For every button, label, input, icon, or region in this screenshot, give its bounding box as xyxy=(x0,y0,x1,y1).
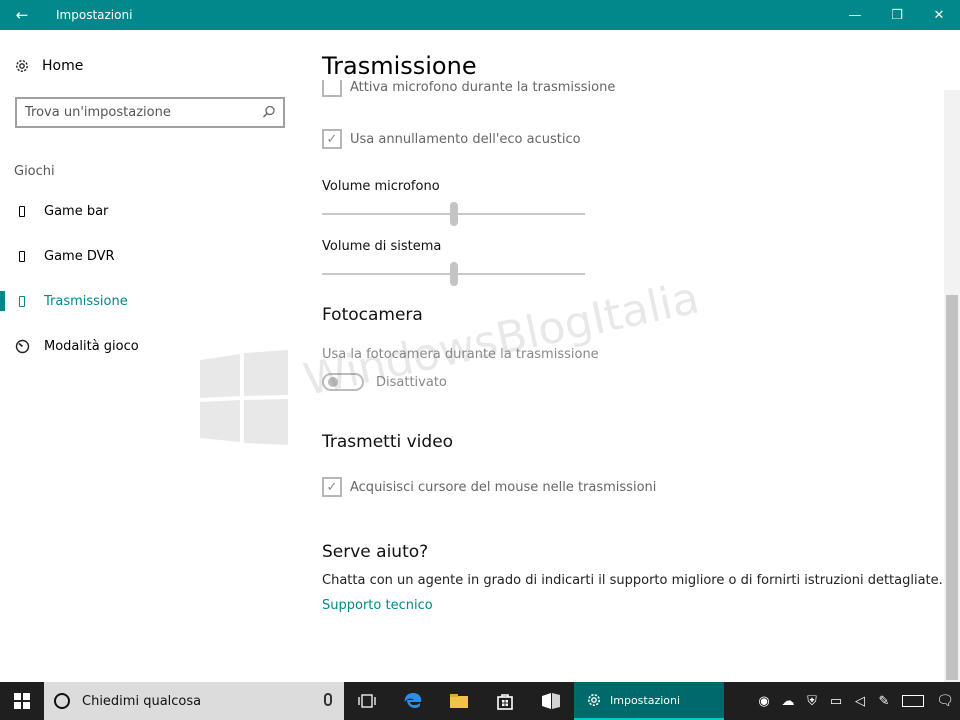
system-volume-slider[interactable] xyxy=(322,262,585,286)
echo-cancel-checkbox-row[interactable]: ✓ Usa annullamento dell'eco acustico xyxy=(322,129,581,149)
close-button[interactable]: ✕ xyxy=(918,0,960,30)
mic-volume-slider[interactable] xyxy=(322,202,585,226)
sidebar-item-label: Game bar xyxy=(44,203,109,219)
cortana-search-box[interactable]: Chiedimi qualcosa xyxy=(44,682,344,720)
settings-content: Trasmissione Attiva microfono durante la… xyxy=(300,30,944,682)
title-bar: ← Impostazioni — ❐ ✕ xyxy=(0,0,960,30)
window-title: Impostazioni xyxy=(56,8,133,22)
restore-icon: ❐ xyxy=(891,7,903,23)
help-section-title: Serve aiuto? xyxy=(322,542,429,562)
folder-icon xyxy=(450,694,468,708)
cursor-capture-checkbox-row[interactable]: ✓ Acquisisci cursore del mouse nelle tra… xyxy=(322,477,656,497)
sidebar-item-trasmissione[interactable]: Trasmissione xyxy=(0,285,300,317)
checkmark-icon: ✓ xyxy=(326,131,338,147)
slider-thumb[interactable] xyxy=(449,202,458,226)
minimize-icon: — xyxy=(848,7,862,23)
cortana-search-text: Chiedimi qualcosa xyxy=(82,693,202,709)
back-arrow-icon: ← xyxy=(15,6,29,24)
checkmark-icon: ✓ xyxy=(326,479,338,495)
onedrive-icon[interactable]: ☁ xyxy=(776,694,800,709)
cortana-icon xyxy=(54,693,70,709)
store-icon xyxy=(497,694,513,710)
gear-icon xyxy=(588,694,600,706)
edge-icon xyxy=(404,693,422,708)
pen-icon[interactable]: ✎ xyxy=(872,694,896,709)
sidebar-item-game-dvr[interactable]: Game DVR xyxy=(0,240,300,272)
taskbar-app-store[interactable] xyxy=(482,682,528,720)
taskbar: Chiedimi qualcosa Impostazioni ◉ ☁ ⛨ ▭ ◁… xyxy=(0,682,960,720)
search-icon[interactable] xyxy=(262,105,276,119)
camera-toggle[interactable] xyxy=(322,373,364,391)
minimize-button[interactable]: — xyxy=(834,0,876,30)
toggle-knob xyxy=(328,377,338,387)
camera-toggle-row[interactable]: Disattivato xyxy=(322,373,447,391)
window-controls: — ❐ ✕ xyxy=(834,0,960,30)
microphone-icon[interactable] xyxy=(324,693,332,706)
camera-toggle-state: Disattivato xyxy=(376,374,447,390)
slider-thumb[interactable] xyxy=(449,262,458,286)
search-input[interactable] xyxy=(25,105,255,120)
app-window-icon xyxy=(542,693,560,709)
sidebar-item-label: Game DVR xyxy=(44,248,115,264)
windows-logo-icon xyxy=(14,693,30,709)
keyboard-icon[interactable] xyxy=(902,695,924,707)
action-center-icon[interactable]: 🗨 xyxy=(930,693,960,709)
video-section-title: Trasmetti video xyxy=(322,432,454,452)
echo-cancel-label: Usa annullamento dell'eco acustico xyxy=(350,131,581,147)
game-dvr-icon xyxy=(19,250,25,262)
close-icon: ✕ xyxy=(933,7,945,23)
taskbar-app-settings-label: Impostazioni xyxy=(610,693,681,707)
taskbar-app-explorer[interactable] xyxy=(436,682,482,720)
sidebar: Home Giochi Game bar Game DVR Trasmissio… xyxy=(0,30,300,682)
volume-icon[interactable]: ◁ xyxy=(848,694,872,709)
support-link[interactable]: Supporto tecnico xyxy=(322,598,433,613)
nav-home-label: Home xyxy=(42,58,84,74)
camera-description: Usa la fotocamera durante la trasmission… xyxy=(322,347,599,362)
mic-volume-label: Volume microfono xyxy=(322,179,440,194)
game-bar-icon xyxy=(19,205,25,217)
search-box[interactable] xyxy=(15,97,285,128)
cursor-capture-label: Acquisisci cursore del mouse nelle trasm… xyxy=(350,479,657,495)
echo-cancel-checkbox[interactable]: ✓ xyxy=(322,129,342,149)
content-scrollbar[interactable] xyxy=(944,90,960,682)
mic-during-broadcast-checkbox-row[interactable]: Attiva microfono durante la trasmissione xyxy=(322,77,615,97)
system-tray: ◉ ☁ ⛨ ▭ ◁ ✎ 🗨 xyxy=(752,682,960,720)
cursor-capture-checkbox[interactable]: ✓ xyxy=(322,477,342,497)
task-view-button[interactable] xyxy=(344,682,390,720)
start-button[interactable] xyxy=(0,682,44,720)
task-view-icon xyxy=(358,694,376,708)
taskbar-app-edge[interactable] xyxy=(390,682,436,720)
record-icon[interactable]: ◉ xyxy=(752,694,776,709)
taskbar-app-pinned-window[interactable] xyxy=(528,682,574,720)
camera-section-title: Fotocamera xyxy=(322,305,423,325)
nav-home[interactable]: Home xyxy=(14,58,83,74)
page-title: Trasmissione xyxy=(322,52,487,80)
network-icon[interactable]: ▭ xyxy=(824,694,848,709)
mic-checkbox[interactable] xyxy=(322,77,342,97)
sidebar-item-label: Modalità gioco xyxy=(44,338,139,354)
scrollbar-thumb[interactable] xyxy=(946,295,958,680)
maximize-button[interactable]: ❐ xyxy=(876,0,918,30)
broadcast-icon xyxy=(19,295,25,307)
gear-icon xyxy=(16,60,28,72)
back-button[interactable]: ← xyxy=(0,0,44,30)
mic-checkbox-label: Attiva microfono durante la trasmissione xyxy=(350,79,616,95)
taskbar-app-settings[interactable]: Impostazioni xyxy=(574,682,724,720)
sidebar-item-label: Trasmissione xyxy=(44,293,128,309)
game-mode-icon xyxy=(15,339,29,353)
sidebar-item-game-mode[interactable]: Modalità gioco xyxy=(0,330,300,362)
sidebar-item-game-bar[interactable]: Game bar xyxy=(0,195,300,227)
defender-shield-icon[interactable]: ⛨ xyxy=(800,694,824,709)
system-volume-label: Volume di sistema xyxy=(322,239,442,254)
help-text: Chatta con un agente in grado di indicar… xyxy=(322,573,943,588)
section-label-games: Giochi xyxy=(14,164,55,179)
